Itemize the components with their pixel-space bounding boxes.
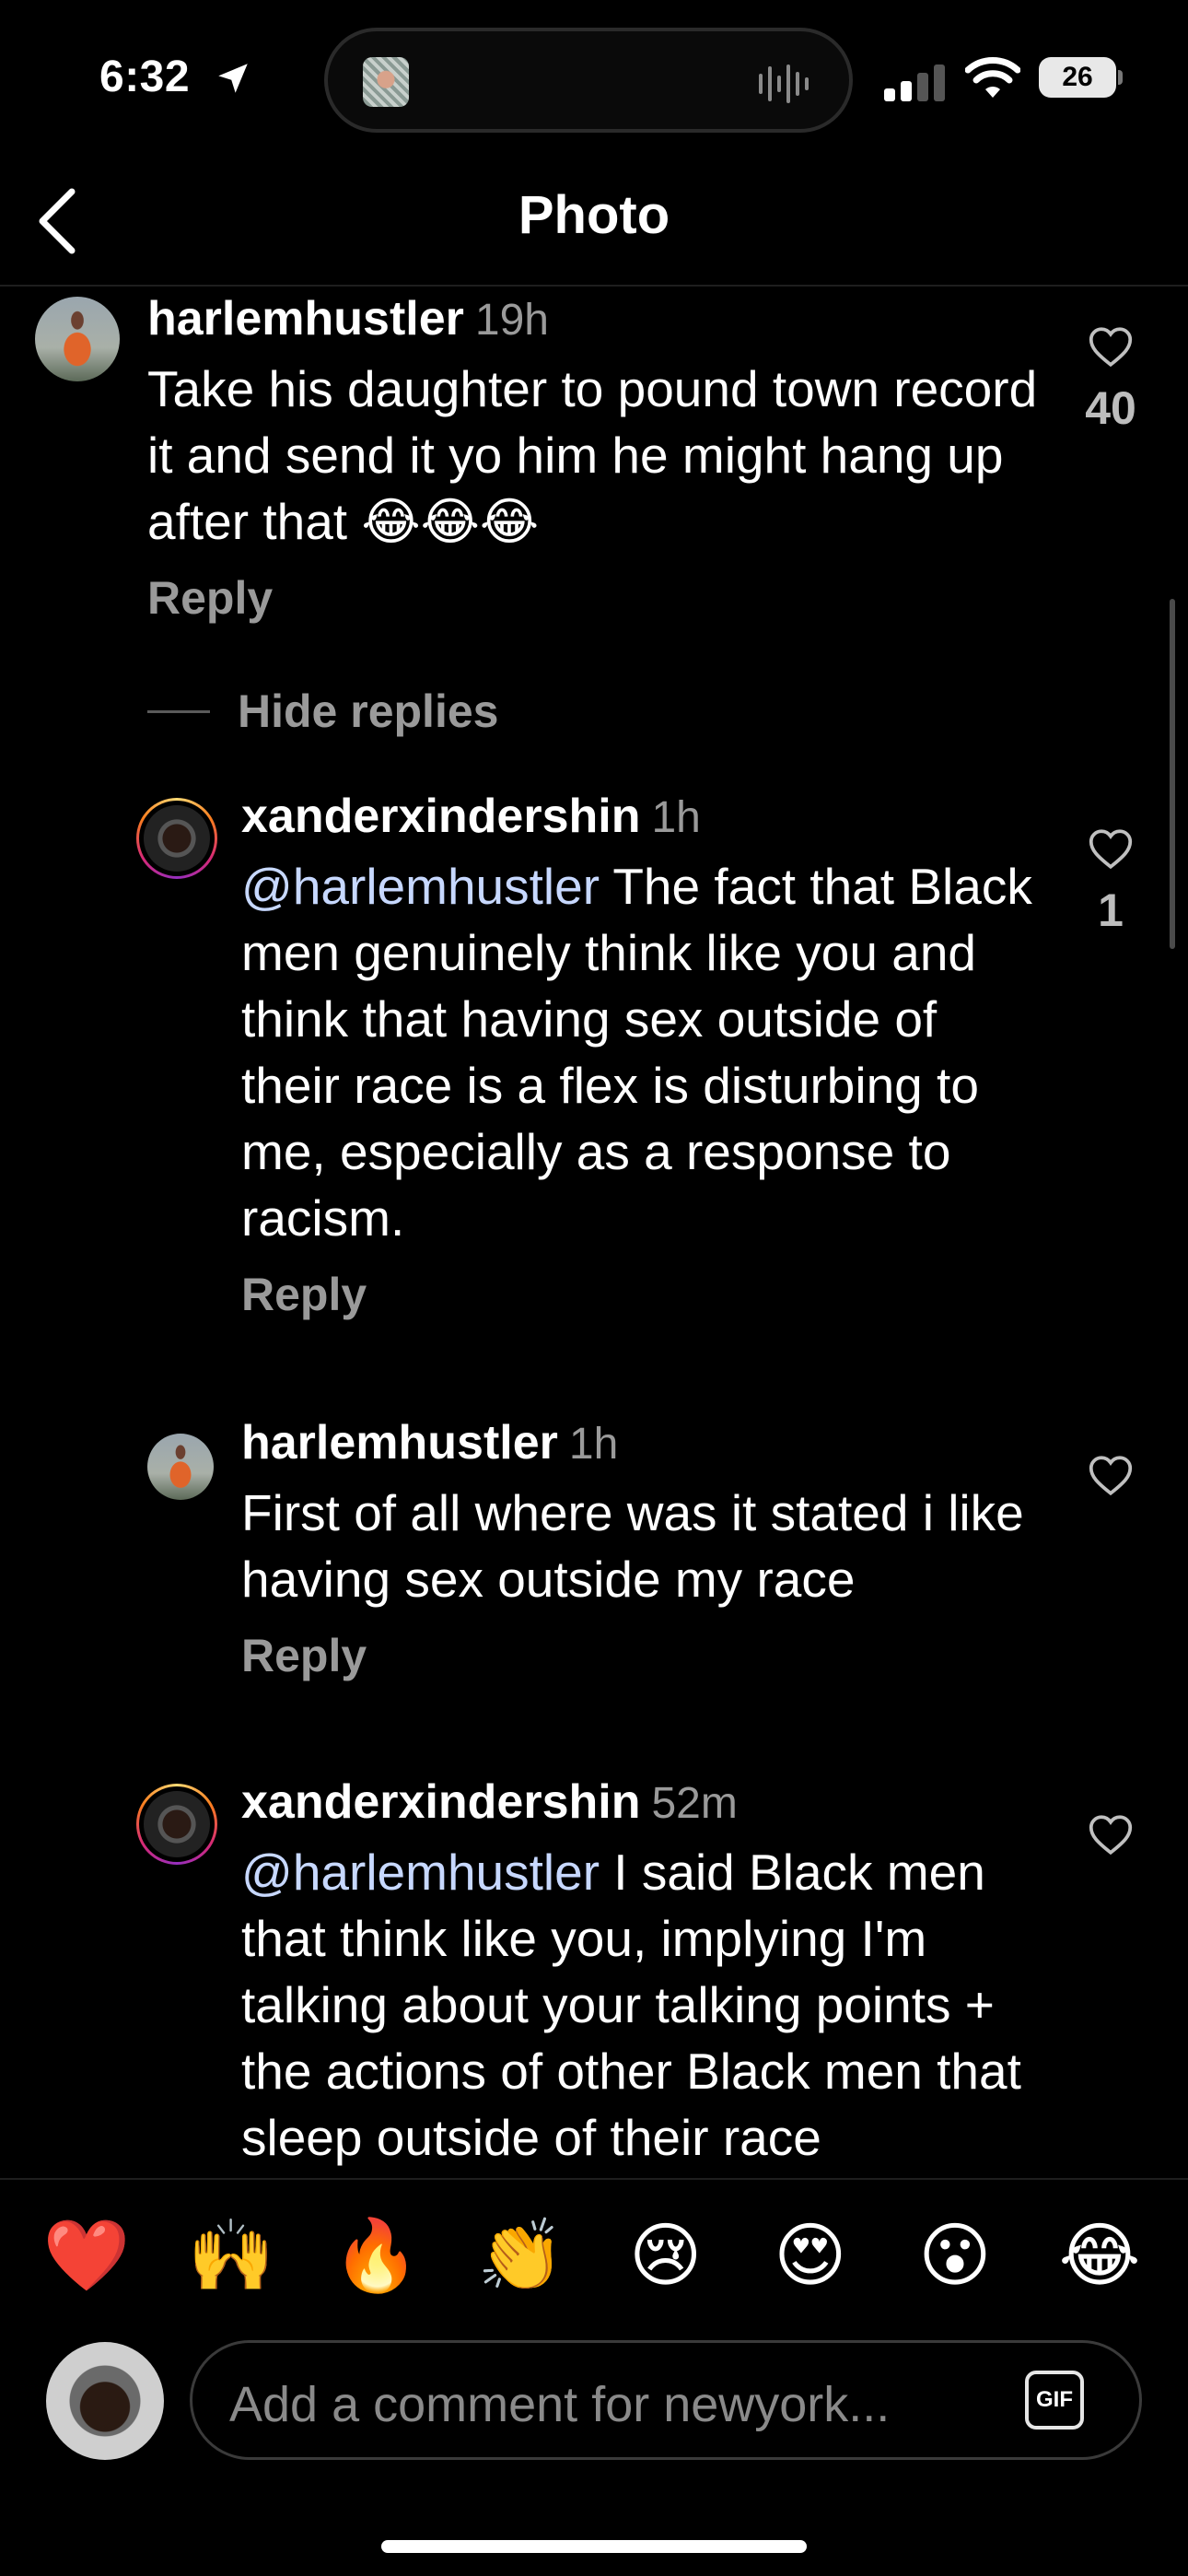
reaction-heart-eyes[interactable]: 😍 (764, 2215, 856, 2298)
mention-link[interactable]: @harlemhustler (241, 858, 600, 915)
heart-outline-icon[interactable] (1088, 1813, 1134, 1856)
avatar[interactable] (35, 297, 120, 381)
like-control[interactable]: 40 (1074, 325, 1147, 435)
quick-reactions-bar: ❤️ 🙌 🔥 👏 😢 😍 😮 😂 (41, 2215, 1146, 2298)
comment-username[interactable]: harlemhustler (147, 292, 464, 345)
cellular-signal-icon (884, 64, 945, 101)
comment-body: The fact that Black men genuinely think … (241, 858, 1032, 1247)
dynamic-island[interactable] (324, 28, 853, 133)
comment-text: Take his daughter to pound town record i… (147, 360, 1038, 550)
reaction-crying[interactable]: 😢 (620, 2215, 712, 2298)
comment-timestamp: 19h (474, 296, 549, 345)
story-ring[interactable] (136, 1784, 217, 1865)
avatar (144, 1791, 210, 1857)
page-title: Photo (518, 185, 670, 245)
heart-outline-icon[interactable] (1088, 1454, 1134, 1496)
reply-comment: harlemhustler 1h First of all where was i… (0, 1416, 1188, 1728)
current-user-avatar (46, 2342, 164, 2460)
like-control[interactable] (1074, 1454, 1147, 1501)
heart-outline-icon[interactable] (1088, 827, 1134, 870)
status-time: 6:32 (99, 53, 191, 101)
scrollbar-thumb[interactable] (1170, 599, 1175, 949)
gif-button[interactable]: GIF (1025, 2371, 1084, 2430)
reactions-divider (0, 2178, 1188, 2180)
reply-comment: xanderxindershin 52m @harlemhustler I sai… (0, 1775, 1188, 2179)
avatar[interactable] (147, 1434, 214, 1500)
comment-timestamp: 1h (651, 793, 701, 842)
hide-replies-label: Hide replies (238, 685, 499, 737)
reaction-clap[interactable]: 👏 (474, 2215, 566, 2298)
like-count: 1 (1098, 884, 1124, 936)
reaction-fire[interactable]: 🔥 (330, 2215, 422, 2298)
comment-username[interactable]: xanderxindershin (241, 1775, 640, 1829)
comments-feed[interactable]: harlemhustler 19h Take his daughter to po… (0, 287, 1188, 2179)
reply-button[interactable]: Reply (147, 571, 1050, 625)
audio-waveform-icon (759, 64, 809, 103)
battery-level: 26 (1039, 57, 1116, 98)
comment-text: @harlemhustler I said Black men that thi… (241, 1839, 1033, 2171)
story-ring[interactable] (136, 798, 217, 879)
reply-button[interactable]: Reply (241, 1268, 1033, 1321)
comment-text: @harlemhustler The fact that Black men g… (241, 853, 1033, 1251)
comment: harlemhustler 19h Take his daughter to po… (0, 287, 1188, 664)
hide-replies-line (147, 709, 210, 713)
comment-username[interactable]: xanderxindershin (241, 790, 640, 843)
location-arrow-icon (218, 64, 248, 93)
reaction-raised-hands[interactable]: 🙌 (185, 2215, 277, 2298)
reaction-heart[interactable]: ❤️ (41, 2215, 133, 2298)
comment-input-placeholder: Add a comment for newyork... (229, 2377, 891, 2432)
hide-replies-button[interactable]: Hide replies (147, 685, 498, 738)
home-indicator[interactable] (381, 2540, 807, 2553)
wifi-icon (965, 57, 1020, 98)
comment-input[interactable]: Add a comment for newyork... GIF (190, 2340, 1142, 2460)
comment-username[interactable]: harlemhustler (241, 1416, 558, 1469)
mention-link[interactable]: @harlemhustler (241, 1844, 600, 1901)
comment-text: First of all where was it stated i like … (241, 1484, 1024, 1608)
reply-comment: xanderxindershin 1h @harlemhustler The fa… (0, 790, 1188, 1397)
heart-outline-icon[interactable] (1088, 325, 1134, 368)
now-playing-thumbnail (363, 57, 409, 107)
reaction-surprised[interactable]: 😮 (909, 2215, 1001, 2298)
reply-button[interactable]: Reply (241, 1629, 1033, 1682)
reaction-laughing[interactable]: 😂 (1054, 2215, 1146, 2298)
battery-tip (1118, 70, 1123, 85)
like-control[interactable]: 1 (1074, 827, 1147, 937)
like-count: 40 (1085, 382, 1136, 434)
like-control[interactable] (1074, 1813, 1147, 1860)
comment-timestamp: 52m (651, 1779, 738, 1828)
battery-indicator: 26 (1039, 57, 1123, 98)
comment-timestamp: 1h (568, 1420, 619, 1469)
avatar (144, 805, 210, 872)
